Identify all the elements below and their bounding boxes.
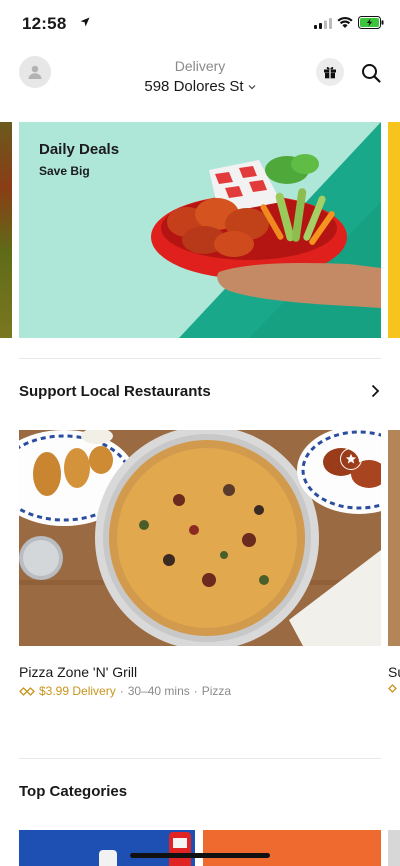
previous-banner-peek[interactable] — [0, 122, 12, 338]
star-icon — [345, 453, 357, 464]
daily-deals-banner[interactable]: Daily Deals Save Big — [19, 122, 381, 338]
next-store-name[interactable]: Su — [388, 664, 400, 680]
gift-button[interactable] — [316, 58, 344, 86]
status-bar: 12:58 — [0, 0, 400, 44]
dashpass-icon — [19, 686, 35, 696]
store-meta: $3.99 Delivery · 30–40 mins · Pizza — [19, 684, 231, 698]
search-icon[interactable] — [360, 62, 382, 84]
banner-title: Daily Deals — [39, 141, 120, 158]
category-tile-artwork — [99, 832, 191, 866]
store-card-image[interactable] — [19, 430, 381, 646]
profile-avatar-button[interactable] — [19, 56, 51, 88]
status-time: 12:58 — [22, 14, 67, 33]
section-title-top-categories[interactable]: Top Categories — [19, 783, 127, 800]
signal-icon — [314, 18, 332, 29]
chevron-right-icon[interactable] — [370, 384, 380, 398]
banner-subtitle: Save Big — [39, 164, 90, 178]
meta-separator: · — [193, 684, 198, 698]
address-row[interactable]: 598 Dolores St — [144, 78, 256, 95]
app-header: Delivery 598 Dolores St — [0, 52, 400, 102]
section-title-support-local[interactable]: Support Local Restaurants — [19, 383, 211, 400]
avatar-icon — [28, 65, 42, 79]
store-name[interactable]: Pizza Zone 'N' Grill — [19, 664, 137, 680]
delivery-eta: 30–40 mins — [127, 684, 190, 698]
battery-icon — [358, 16, 384, 29]
section-divider — [19, 358, 381, 359]
gift-icon — [324, 66, 336, 79]
category-tile-peek[interactable] — [388, 830, 400, 866]
chevron-down-icon — [248, 84, 256, 89]
next-banner-peek[interactable] — [388, 122, 400, 338]
delivery-mode-label: Delivery — [174, 58, 226, 74]
delivery-fee: $3.99 Delivery — [39, 684, 116, 698]
promo-carousel[interactable]: Daily Deals Save Big — [0, 122, 400, 338]
dashpass-icon — [388, 684, 397, 693]
next-store-card-peek[interactable] — [388, 430, 400, 646]
pizza-food-photo — [19, 430, 381, 646]
delivery-address-selector[interactable]: Delivery 598 Dolores St — [100, 58, 300, 96]
address-text: 598 Dolores St — [144, 78, 244, 95]
category-tile[interactable] — [19, 830, 195, 866]
home-indicator — [130, 853, 270, 858]
store-cuisine: Pizza — [201, 684, 232, 698]
location-arrow-icon — [80, 17, 90, 27]
wifi-icon — [337, 16, 353, 28]
meta-separator: · — [119, 684, 124, 698]
category-tile[interactable] — [203, 830, 381, 866]
favorite-star-button[interactable] — [340, 448, 362, 470]
section-divider — [19, 758, 381, 759]
